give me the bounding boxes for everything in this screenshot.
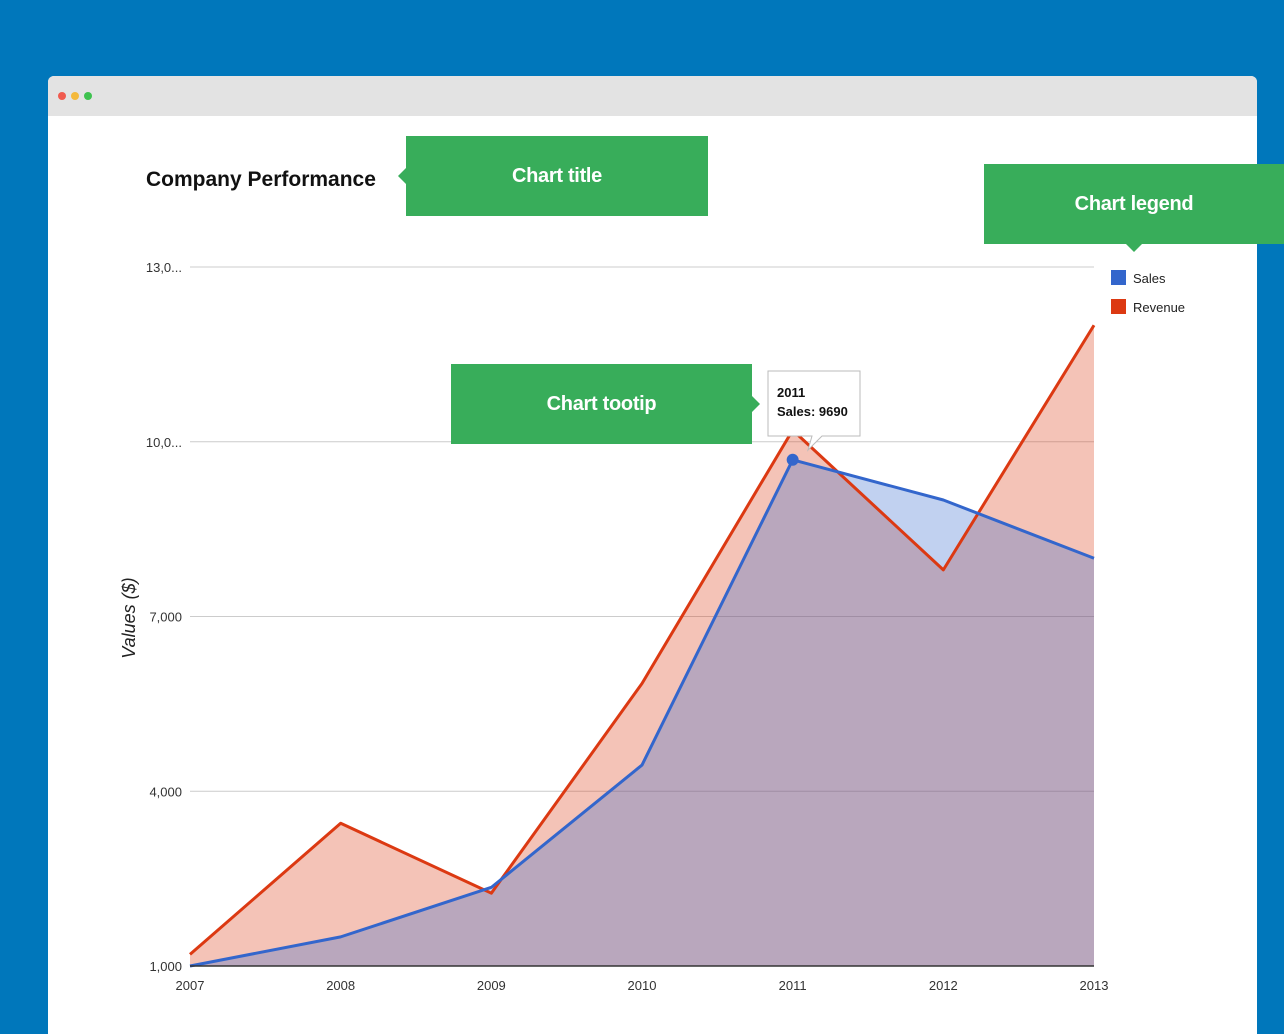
y-tick-label: 13,0...: [146, 260, 182, 275]
chart-legend: Sales Revenue: [1111, 270, 1185, 315]
y-tick-label: 4,000: [149, 784, 182, 799]
tooltip-value: Sales: 9690: [777, 404, 848, 419]
chart-title: Company Performance: [146, 168, 376, 191]
chart-legend-callout: Chart legend: [984, 164, 1284, 252]
legend-swatch-sales: [1111, 270, 1126, 285]
x-tick-label: 2009: [477, 978, 506, 993]
legend-label-revenue: Revenue: [1133, 300, 1185, 315]
y-tick-label: 7,000: [149, 610, 182, 625]
x-tick-label: 2010: [628, 978, 657, 993]
y-tick-label: 10,0...: [146, 435, 182, 450]
x-tick-label: 2013: [1080, 978, 1109, 993]
legend-swatch-revenue: [1111, 299, 1126, 314]
x-tick-label: 2008: [326, 978, 355, 993]
chart-tooltip: 2011 Sales: 9690: [767, 370, 861, 452]
y-tick-label: 1,000: [149, 959, 182, 974]
x-tick-label: 2007: [176, 978, 205, 993]
chart-tooltip-callout: Chart tootip: [451, 364, 760, 444]
highlight-point: [786, 453, 799, 466]
x-tick-label: 2011: [779, 978, 807, 993]
y-axis-label: Values ($): [119, 577, 139, 658]
legend-label-sales: Sales: [1133, 271, 1166, 286]
x-tick-label: 2012: [929, 978, 958, 993]
tooltip-year: 2011: [777, 385, 805, 400]
chart-title-callout: Chart title: [398, 136, 708, 216]
